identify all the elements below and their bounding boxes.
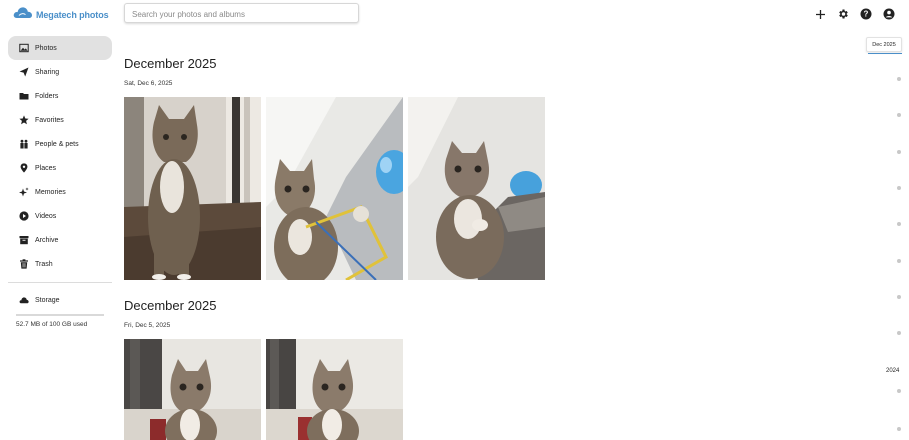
photos-app: Megatech photos ? Photos Sharin xyxy=(0,0,909,440)
timeline-dot[interactable] xyxy=(897,295,901,299)
people-icon xyxy=(19,139,29,149)
sidebar-item-label: Videos xyxy=(35,212,57,220)
sharing-icon xyxy=(19,67,29,77)
sidebar-item-videos[interactable]: Videos xyxy=(8,204,112,228)
group-date: Sat, Dec 6, 2025 xyxy=(124,80,173,87)
group-title: December 2025 xyxy=(124,298,217,313)
storage-usage-bar xyxy=(16,314,104,316)
timeline-dot[interactable] xyxy=(897,259,901,263)
timeline-dot[interactable] xyxy=(897,186,901,190)
cloud-icon xyxy=(19,295,29,305)
cloud-logo-icon xyxy=(13,5,33,24)
search-input[interactable] xyxy=(125,5,358,24)
timeline-position-marker xyxy=(868,53,902,54)
sidebar-item-label: Favorites xyxy=(35,116,64,124)
help-icon[interactable]: ? xyxy=(858,6,874,22)
sparkle-icon xyxy=(19,187,29,197)
app-logo[interactable]: Megatech photos xyxy=(13,5,109,24)
star-icon xyxy=(19,115,29,125)
photo-thumbnail[interactable] xyxy=(124,97,261,280)
sidebar-item-label: Sharing xyxy=(35,68,60,76)
sidebar-item-places[interactable]: Places xyxy=(8,156,112,180)
sidebar-item-folders[interactable]: Folders xyxy=(8,84,112,108)
sidebar-item-storage[interactable]: Storage xyxy=(8,288,112,312)
sidebar-item-label: Folders xyxy=(35,92,59,100)
top-actions: ? xyxy=(812,6,897,22)
sidebar-item-label: Photos xyxy=(35,44,57,52)
folders-icon xyxy=(19,91,29,101)
sidebar-nav: Photos Sharing Folders Favorites People … xyxy=(0,36,120,328)
timeline-dot[interactable] xyxy=(897,150,901,154)
svg-text:?: ? xyxy=(864,10,869,19)
sidebar-item-favorites[interactable]: Favorites xyxy=(8,108,112,132)
sidebar-item-people-pets[interactable]: People & pets xyxy=(8,132,112,156)
sidebar-item-label: Memories xyxy=(35,188,66,196)
archive-icon xyxy=(19,235,29,245)
timeline-dot[interactable] xyxy=(897,389,901,393)
sidebar-item-memories[interactable]: Memories xyxy=(8,180,112,204)
sidebar-item-label: Archive xyxy=(35,236,59,244)
sidebar-item-sharing[interactable]: Sharing xyxy=(8,60,112,84)
timeline-dot[interactable] xyxy=(897,427,901,431)
sidebar-item-archive[interactable]: Archive xyxy=(8,228,112,252)
storage-label: Storage xyxy=(35,296,60,304)
sidebar-item-photos[interactable]: Photos xyxy=(8,36,112,60)
photo-thumbnail[interactable] xyxy=(408,97,545,280)
storage-usage-text: 52.7 MB of 100 GB used xyxy=(16,321,88,328)
place-pin-icon xyxy=(19,163,29,173)
sidebar-item-label: Places xyxy=(35,164,57,172)
account-icon[interactable] xyxy=(881,6,897,22)
search-box[interactable] xyxy=(124,3,359,24)
sidebar-item-trash[interactable]: Trash xyxy=(8,252,112,276)
settings-icon[interactable] xyxy=(835,6,851,22)
timeline-dot[interactable] xyxy=(897,222,901,226)
timeline-year-label[interactable]: 2024 xyxy=(886,368,899,374)
sidebar-divider xyxy=(8,282,112,283)
timeline-dot[interactable] xyxy=(897,113,901,117)
trash-icon xyxy=(19,259,29,269)
timeline-current-label: Dec 2025 xyxy=(866,37,902,52)
play-icon xyxy=(19,211,29,221)
timeline-dot[interactable] xyxy=(897,331,901,335)
group-title: December 2025 xyxy=(124,56,217,71)
app-name: Megatech photos xyxy=(36,9,109,20)
group-date: Fri, Dec 5, 2025 xyxy=(124,322,171,329)
photo-thumbnail[interactable] xyxy=(266,339,403,440)
photo-thumbnail[interactable] xyxy=(266,97,403,280)
add-icon[interactable] xyxy=(812,6,828,22)
sidebar-item-label: Trash xyxy=(35,260,53,268)
sidebar-item-label: People & pets xyxy=(35,140,79,148)
timeline-dot[interactable] xyxy=(897,77,901,81)
photos-icon xyxy=(19,43,29,53)
photo-thumbnail[interactable] xyxy=(124,339,261,440)
